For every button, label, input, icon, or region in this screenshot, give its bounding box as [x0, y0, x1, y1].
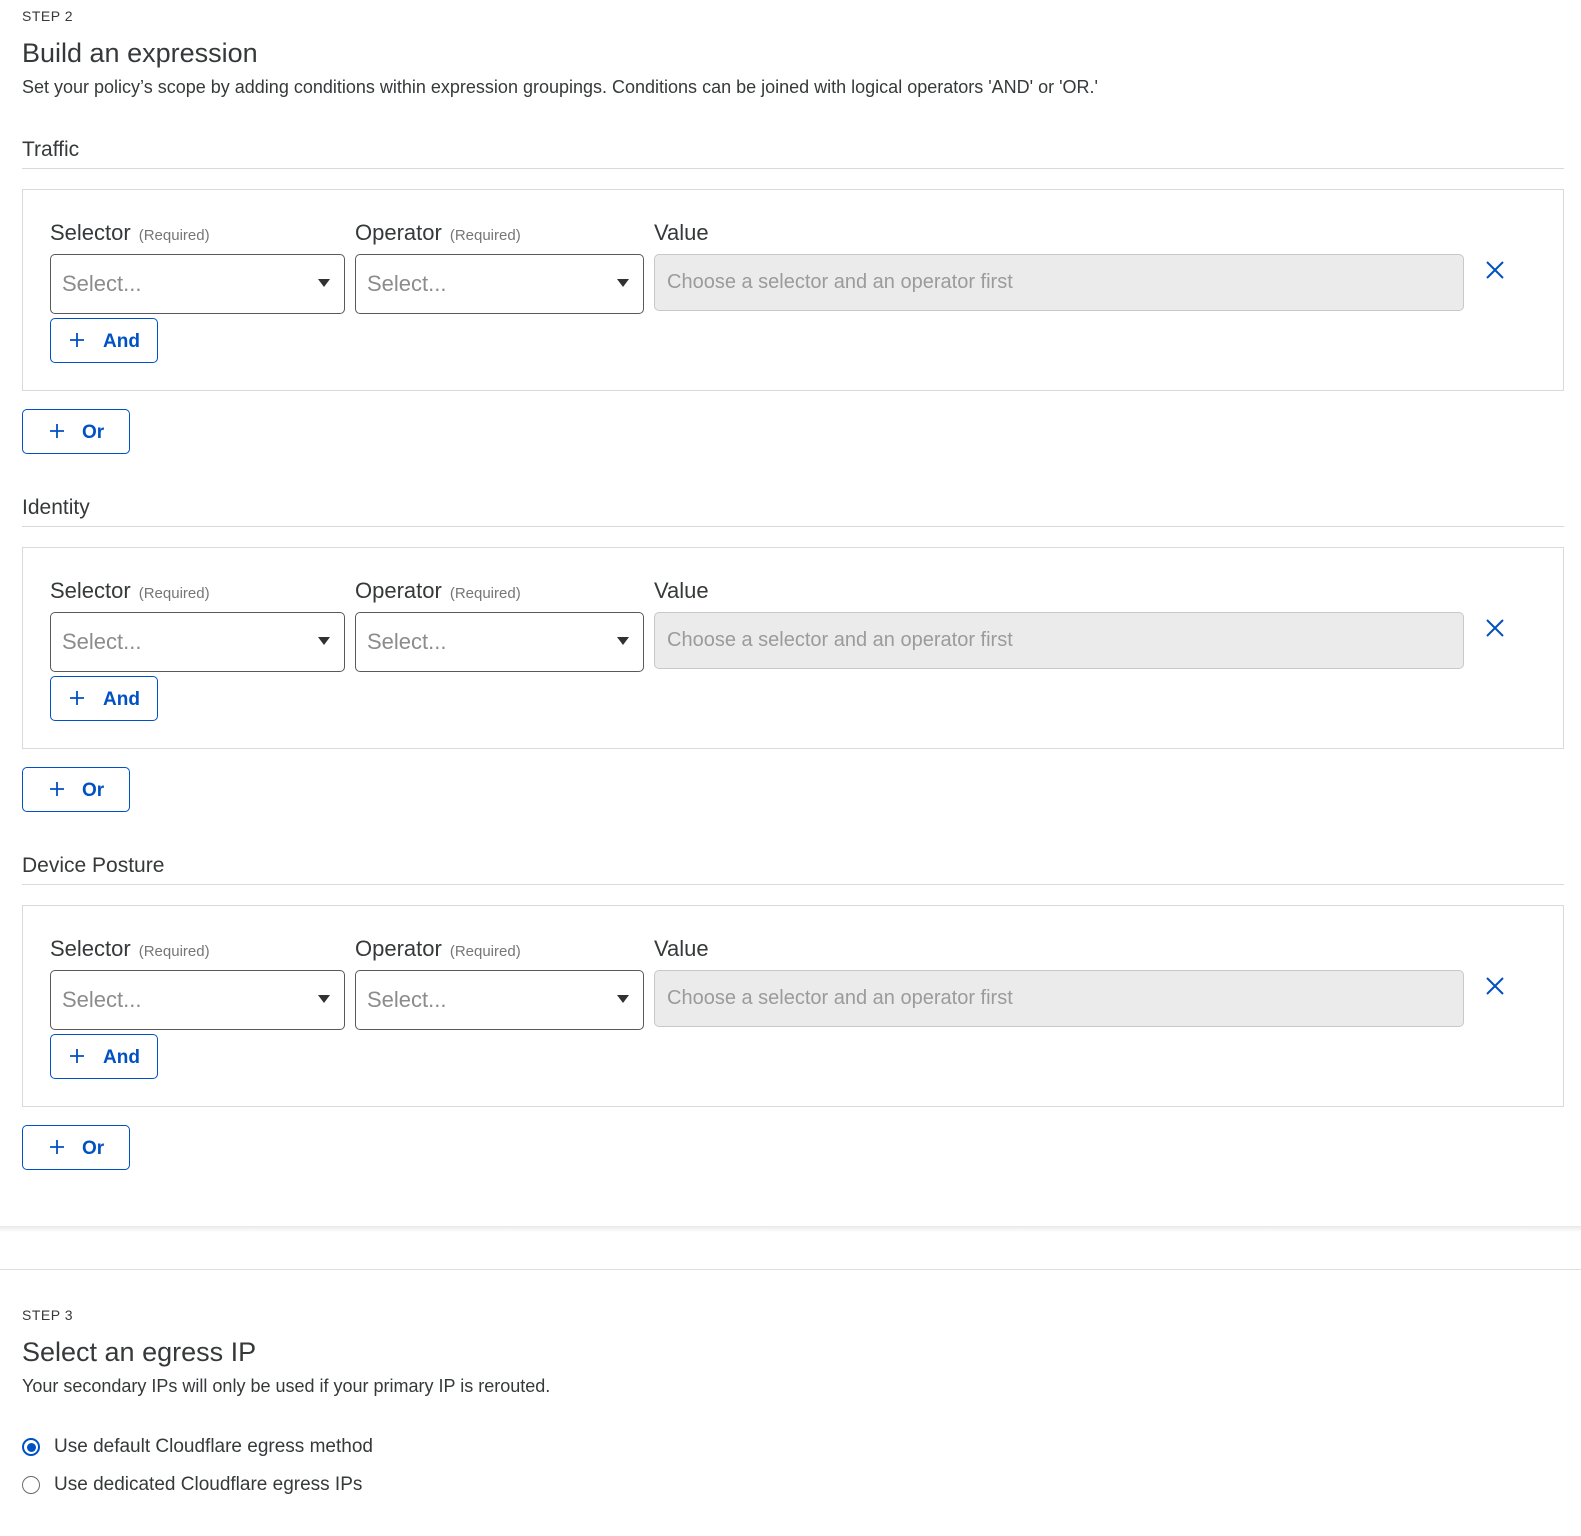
add-and-label: And: [103, 689, 140, 710]
caret-down-icon: [318, 995, 330, 1003]
add-or-button[interactable]: Or: [22, 409, 130, 454]
plus-icon: [50, 424, 64, 438]
caret-down-icon: [318, 637, 330, 645]
value-input[interactable]: Choose a selector and an operator first: [654, 254, 1464, 311]
section-divider: [22, 168, 1564, 169]
condition-group: Selector (Required) Operator (Required) Va…: [22, 189, 1564, 391]
step-2-description: Set your policy’s scope by adding condit…: [22, 77, 1098, 97]
step-3-title: Select an egress IP: [22, 1337, 257, 1367]
required-hint: (Required): [449, 943, 521, 960]
operator-placeholder: Select...: [367, 987, 447, 1012]
required-hint: (Required): [138, 943, 210, 960]
add-and-button[interactable]: And: [50, 676, 158, 721]
operator-label: Operator (Required): [355, 578, 521, 603]
step-2-label: STEP 2: [22, 8, 73, 24]
plus-icon: [70, 333, 84, 347]
section-title: Identity: [22, 496, 90, 519]
egress-option-default-label: Use default Cloudflare egress method: [54, 1436, 373, 1457]
expression-section-device-posture: Device Posture Selector (Required) Operat…: [22, 848, 1564, 1170]
value-placeholder: Choose a selector and an operator first: [667, 271, 1013, 293]
value-placeholder: Choose a selector and an operator first: [667, 987, 1013, 1009]
add-and-button[interactable]: And: [50, 318, 158, 363]
selector-label: Selector (Required): [50, 578, 210, 603]
close-icon: [1486, 619, 1504, 637]
required-hint: (Required): [138, 585, 210, 602]
value-label: Value: [654, 220, 709, 245]
value-input[interactable]: Choose a selector and an operator first: [654, 970, 1464, 1027]
radio-button-dedicated[interactable]: [22, 1476, 40, 1494]
step-divider: [0, 1269, 1581, 1270]
egress-option-default[interactable]: Use default Cloudflare egress method: [22, 1434, 373, 1460]
operator-dropdown[interactable]: Select...: [355, 612, 644, 672]
close-icon: [1486, 977, 1504, 995]
section-divider: [22, 884, 1564, 885]
required-hint: (Required): [138, 227, 210, 244]
expression-section-identity: Identity Selector (Required) Operator (Req…: [22, 490, 1564, 812]
egress-option-dedicated[interactable]: Use dedicated Cloudflare egress IPs: [22, 1472, 362, 1498]
add-or-button[interactable]: Or: [22, 767, 130, 812]
selector-placeholder: Select...: [62, 987, 142, 1012]
operator-placeholder: Select...: [367, 271, 447, 296]
step-3-label: STEP 3: [22, 1307, 73, 1323]
operator-dropdown[interactable]: Select...: [355, 970, 644, 1030]
caret-down-icon: [617, 279, 629, 287]
egress-option-dedicated-label: Use dedicated Cloudflare egress IPs: [54, 1474, 363, 1495]
plus-icon: [70, 1049, 84, 1063]
remove-condition-button[interactable]: [1483, 258, 1507, 282]
add-and-button[interactable]: And: [50, 1034, 158, 1079]
condition-group: Selector (Required) Operator (Required) Va…: [22, 547, 1564, 749]
add-and-label: And: [103, 1047, 140, 1068]
radio-button-default[interactable]: [22, 1438, 40, 1456]
section-divider: [22, 526, 1564, 527]
value-label: Value: [654, 578, 709, 603]
operator-placeholder: Select...: [367, 629, 447, 654]
operator-dropdown[interactable]: Select...: [355, 254, 644, 314]
step-2-title: Build an expression: [22, 38, 258, 68]
plus-icon: [50, 1140, 64, 1154]
remove-condition-button[interactable]: [1483, 616, 1507, 640]
section-title: Device Posture: [22, 854, 165, 877]
close-icon: [1486, 261, 1504, 279]
add-or-label: Or: [82, 422, 105, 443]
caret-down-icon: [617, 637, 629, 645]
step-separator-shadow: [0, 1226, 1581, 1232]
selector-placeholder: Select...: [62, 271, 142, 296]
step-3-description: Your secondary IPs will only be used if …: [22, 1376, 551, 1396]
operator-label: Operator (Required): [355, 220, 521, 245]
value-placeholder: Choose a selector and an operator first: [667, 629, 1013, 651]
caret-down-icon: [617, 995, 629, 1003]
condition-group: Selector (Required) Operator (Required) Va…: [22, 905, 1564, 1107]
add-or-button[interactable]: Or: [22, 1125, 130, 1170]
required-hint: (Required): [449, 585, 521, 602]
required-hint: (Required): [449, 227, 521, 244]
selector-dropdown[interactable]: Select...: [50, 254, 345, 314]
section-title: Traffic: [22, 138, 80, 161]
expression-section-traffic: Traffic Selector (Required) Operator (Requ…: [22, 132, 1564, 454]
caret-down-icon: [318, 279, 330, 287]
selector-placeholder: Select...: [62, 629, 142, 654]
remove-condition-button[interactable]: [1483, 974, 1507, 998]
value-label: Value: [654, 936, 709, 961]
selector-dropdown[interactable]: Select...: [50, 970, 345, 1030]
add-or-label: Or: [82, 780, 105, 801]
add-or-label: Or: [82, 1138, 105, 1159]
add-and-label: And: [103, 331, 140, 352]
selector-dropdown[interactable]: Select...: [50, 612, 345, 672]
selector-label: Selector (Required): [50, 936, 210, 961]
plus-icon: [50, 782, 64, 796]
value-input[interactable]: Choose a selector and an operator first: [654, 612, 1464, 669]
selector-label: Selector (Required): [50, 220, 210, 245]
plus-icon: [70, 691, 84, 705]
operator-label: Operator (Required): [355, 936, 521, 961]
